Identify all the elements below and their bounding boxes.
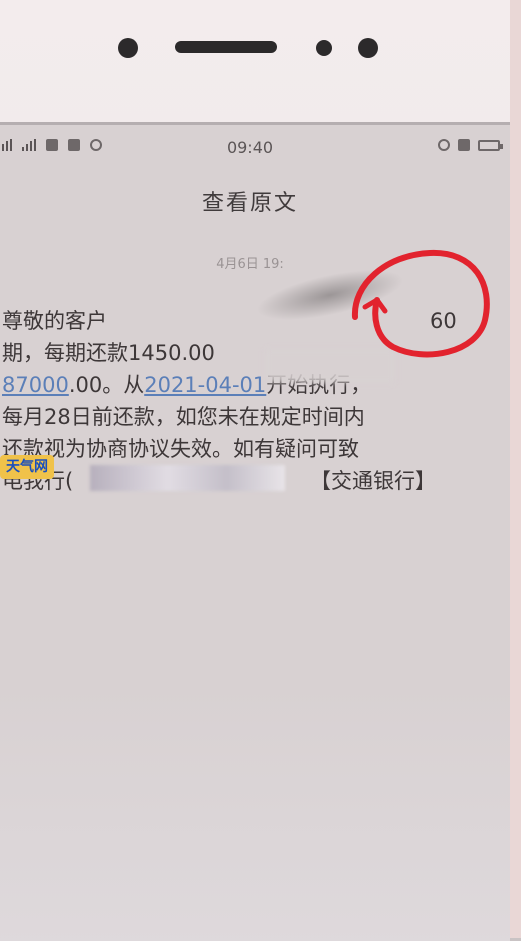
battery-icon: [478, 139, 503, 151]
message-text: 尊敬的客户: [2, 309, 107, 333]
message-line-5: 还款视为协商协议失效。如有疑问可致: [2, 433, 492, 465]
nav-bar: 查看原文: [0, 185, 510, 217]
annotation-circle-icon: [351, 249, 490, 358]
message-line-4: 每月28日前还款，如您未在规定时间内: [2, 401, 492, 433]
signal-icon-2: [22, 139, 36, 151]
phone-bezel: [0, 0, 510, 120]
message-text: 期，每期还款1450.00: [2, 341, 215, 365]
bank-signature: 【交通银行】: [310, 469, 436, 493]
settings-status-icon: [458, 139, 470, 151]
message-text: .00。从: [68, 373, 145, 397]
status-bar: 09:40: [0, 135, 510, 161]
notification-icon: [46, 139, 58, 151]
status-right-icons: [438, 139, 503, 151]
proximity-sensor-icon: [316, 40, 332, 56]
signal-icon: [0, 139, 12, 151]
front-camera-icon: [118, 38, 138, 58]
redacted-phone-number: [90, 465, 285, 491]
message-line-3: 87000.00。从2021-04-01开始执行，: [2, 369, 492, 401]
phone-screen: 09:40 查看原文 4月6日 19: 尊敬的客户 60 期，每期还款1450.…: [0, 122, 510, 941]
message-text: 每月28日前还款，如您未在规定时间内: [2, 405, 365, 429]
phone-device: 09:40 查看原文 4月6日 19: 尊敬的客户 60 期，每期还款1450.…: [0, 0, 521, 941]
status-left-icons: [0, 139, 102, 151]
status-time: 09:40: [226, 138, 274, 157]
light-sensor-icon: [358, 38, 378, 58]
date-link[interactable]: 2021-04-01: [144, 373, 266, 397]
watermark-logo: 天气网: [0, 455, 54, 479]
page-title: 查看原文: [201, 191, 298, 216]
status-circle-icon: [90, 139, 102, 151]
earpiece-speaker: [175, 41, 277, 53]
alarm-icon: [438, 139, 450, 151]
notification-icon-2: [68, 139, 80, 151]
screen-glare: [0, 685, 510, 941]
message-text: 还款视为协商协议失效。如有疑问可致: [2, 437, 359, 461]
amount-link[interactable]: 87000: [2, 373, 69, 397]
